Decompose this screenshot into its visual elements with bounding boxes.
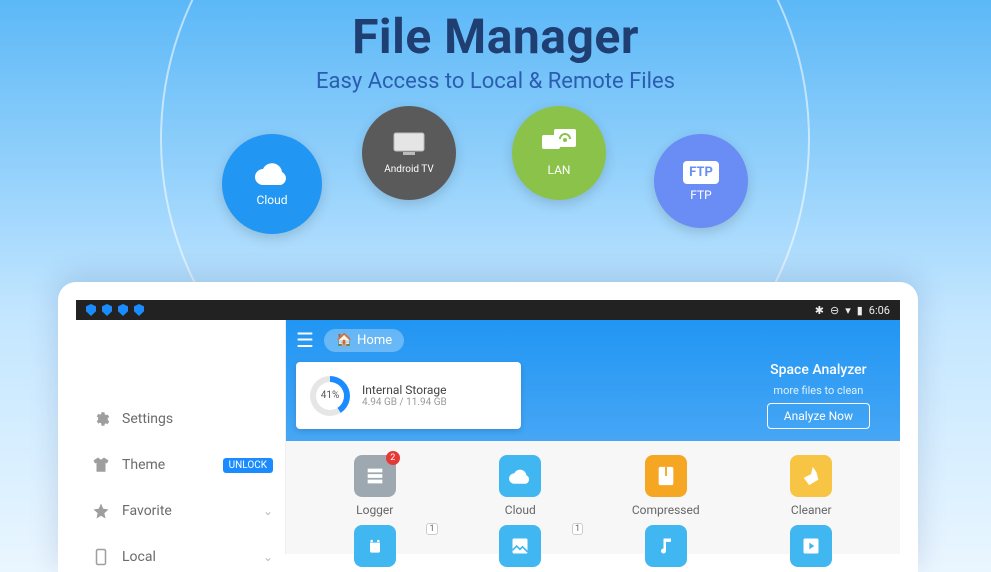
sidebar-item-local[interactable]: Local ⌄ <box>76 534 285 572</box>
sidebar-item-favorite[interactable]: Favorite ⌄ <box>76 488 285 534</box>
analyze-now-button[interactable]: Analyze Now <box>767 403 870 429</box>
breadcrumb-home[interactable]: 🏠 Home <box>324 329 404 352</box>
count-badge: 1 <box>426 523 437 535</box>
home-icon: 🏠 <box>336 333 352 348</box>
sidebar-item-label: Theme <box>122 457 165 473</box>
feature-bubbles: Cloud Android TV LAN FTP FTP <box>0 94 991 264</box>
bluetooth-icon: ✱ <box>815 304 824 317</box>
app-header: ☰ 🏠 Home 41% Internal Storage 4.94 GB / … <box>286 320 900 441</box>
count-badge: 1 <box>572 523 583 535</box>
shield-icon <box>134 304 144 316</box>
tablet-frame: ✱ ⊖ ▾ ▮ 6:06 Settings Theme UNLOCK Favor… <box>58 282 918 572</box>
chevron-down-icon: ⌄ <box>263 504 273 518</box>
zip-icon <box>645 455 687 497</box>
battery-icon: ▮ <box>857 304 863 317</box>
lan-icon <box>542 129 576 159</box>
statusbar-right: ✱ ⊖ ▾ ▮ 6:06 <box>815 304 890 317</box>
star-icon <box>92 502 110 520</box>
gear-icon <box>92 410 110 428</box>
status-bar: ✱ ⊖ ▾ ▮ 6:06 <box>76 300 900 320</box>
shield-icon <box>118 304 128 316</box>
sidebar-item-label: Settings <box>122 411 173 427</box>
main-panel: ☰ 🏠 Home 41% Internal Storage 4.94 GB / … <box>286 320 900 554</box>
app-label: Compressed <box>632 503 700 517</box>
bubble-cloud[interactable]: Cloud <box>222 134 322 234</box>
unlock-badge[interactable]: UNLOCK <box>223 458 273 473</box>
storage-card[interactable]: 41% Internal Storage 4.94 GB / 11.94 GB <box>296 362 521 429</box>
app-label: Cleaner <box>791 503 832 517</box>
sidebar-item-theme[interactable]: Theme UNLOCK <box>76 442 285 488</box>
wifi-icon: ▾ <box>845 304 851 317</box>
app-video[interactable] <box>743 525 881 567</box>
android-icon <box>354 525 396 567</box>
bubble-ftp-label: FTP <box>690 188 711 202</box>
statusbar-left <box>86 304 144 316</box>
app-apk[interactable]: 1 <box>306 525 444 567</box>
cloud-icon <box>255 161 289 189</box>
app-label: Logger <box>356 503 393 517</box>
video-icon <box>790 525 832 567</box>
storage-title: Internal Storage <box>362 383 447 397</box>
music-icon <box>645 525 687 567</box>
app-images[interactable]: 1 <box>452 525 590 567</box>
sidebar: Settings Theme UNLOCK Favorite ⌄ Local ⌄ <box>76 320 286 554</box>
phone-icon <box>92 548 110 566</box>
app-cleaner[interactable]: Cleaner <box>743 455 881 517</box>
shirt-icon <box>92 456 110 474</box>
tv-icon <box>393 132 425 160</box>
app-logger[interactable]: 2 Logger <box>306 455 444 517</box>
sidebar-item-settings[interactable]: Settings <box>76 396 285 442</box>
logger-icon: 2 <box>354 455 396 497</box>
bubble-lan[interactable]: LAN <box>512 106 606 200</box>
dnd-icon: ⊖ <box>830 304 839 317</box>
chevron-down-icon: ⌄ <box>263 550 273 564</box>
analyzer-title: Space Analyzer <box>770 362 867 378</box>
cloud-icon <box>499 455 541 497</box>
app-grid: 2 Logger Cloud Compressed <box>286 441 900 572</box>
broom-icon <box>790 455 832 497</box>
clock-text: 6:06 <box>869 304 890 317</box>
app-label: Cloud <box>505 503 536 517</box>
analyzer-subtitle: more files to clean <box>773 384 863 397</box>
bubble-tv-label: Android TV <box>384 164 433 175</box>
bubble-cloud-label: Cloud <box>257 193 288 207</box>
app-music[interactable] <box>597 525 735 567</box>
shield-icon <box>86 304 96 316</box>
app-compressed[interactable]: Compressed <box>597 455 735 517</box>
storage-ring: 41% <box>310 376 350 416</box>
bubble-lan-label: LAN <box>548 163 571 177</box>
bubble-ftp[interactable]: FTP FTP <box>654 134 748 228</box>
menu-icon[interactable]: ☰ <box>296 328 314 352</box>
space-analyzer: Space Analyzer more files to clean Analy… <box>767 362 890 429</box>
sidebar-item-label: Favorite <box>122 503 172 519</box>
app-cloud[interactable]: Cloud <box>452 455 590 517</box>
bubble-android-tv[interactable]: Android TV <box>362 106 456 200</box>
storage-detail: 4.94 GB / 11.94 GB <box>362 397 447 408</box>
shield-icon <box>102 304 112 316</box>
image-icon <box>499 525 541 567</box>
ftp-icon: FTP <box>683 161 719 184</box>
breadcrumb-home-label: Home <box>357 333 392 348</box>
notification-badge: 2 <box>386 451 400 465</box>
sidebar-item-label: Local <box>122 549 156 565</box>
